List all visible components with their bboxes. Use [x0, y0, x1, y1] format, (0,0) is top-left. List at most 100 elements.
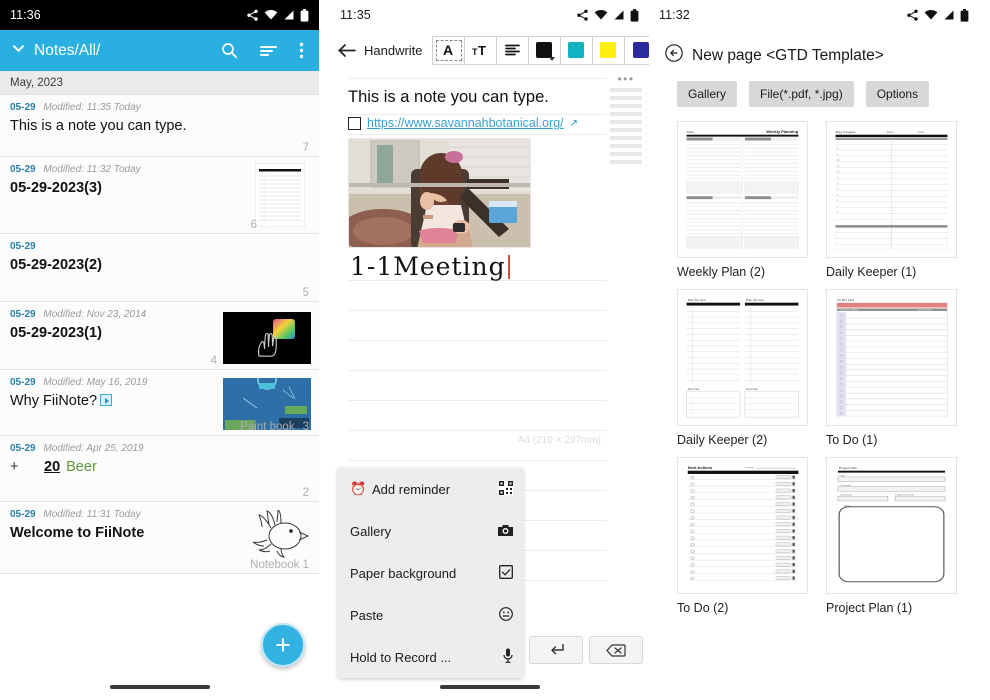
gallery-button[interactable]: Gallery — [677, 81, 738, 107]
checklist-row: + 20 Beer — [10, 459, 309, 475]
template-thumbnail[interactable]: Next Actions Context — [677, 457, 808, 594]
chevron-down-icon[interactable] — [11, 41, 26, 61]
menu-item-add-reminder[interactable]: ⏰ Add reminder — [338, 468, 523, 510]
svg-text:Next Day: Next Day — [688, 388, 700, 392]
share-icon — [576, 9, 589, 21]
template-thumbnail[interactable]: Date Weekly Planning — [677, 121, 808, 258]
menu-item-gallery[interactable]: Gallery — [338, 510, 523, 552]
menu-item-hold-to-record[interactable]: Hold to Record ... — [338, 636, 523, 678]
template-thumbnail[interactable]: Project Plan Title Outcome Start Date Ta… — [826, 457, 957, 594]
svg-text:T: T — [478, 44, 486, 57]
handwriting-text: 1-1Meeting — [350, 252, 506, 281]
template-label: Project Plan (1) — [826, 601, 913, 615]
list-item[interactable]: 05-29 Modified: 11:32 Today 05-29-2023(3… — [0, 157, 319, 234]
template-cell[interactable]: Project Plan Title Outcome Start Date Ta… — [826, 457, 957, 615]
list-item[interactable]: 05-29 Modified: 11:35 Today This is a no… — [0, 95, 319, 157]
nav-bar-1 — [0, 674, 319, 700]
item-quantity: 20 — [44, 459, 61, 475]
list-item[interactable]: 05-29 Modified: May 16, 2019 Why FiiNote… — [0, 370, 319, 436]
text-style-button[interactable]: A — [432, 36, 465, 64]
note-modified: Modified: 11:31 Today — [43, 509, 141, 520]
svg-text:Date: Date — [887, 130, 894, 134]
handwrite-mode-label[interactable]: Handwrite — [364, 43, 423, 58]
font-size-button[interactable]: TT — [464, 36, 497, 64]
add-note-fab[interactable]: + — [261, 623, 305, 667]
panel-notes-list: 11:36 Notes/All/ May, 2023 05-29 Modifie… — [0, 0, 319, 700]
template-thumbnail[interactable]: Day Keeper Date Note 7 8 9 10 11 12 1 2 3 4 5 6 7 — [826, 121, 957, 258]
color-yellow[interactable] — [592, 36, 625, 64]
wifi-icon — [264, 9, 278, 21]
add-item-plus[interactable]: + — [10, 459, 44, 475]
qr-code-icon[interactable] — [499, 480, 513, 498]
template-thumbnail[interactable]: To Do List Important / Urgent Date of fi… — [826, 289, 957, 426]
signal-icon — [613, 9, 625, 21]
item-name: Beer — [66, 459, 97, 475]
note-link[interactable]: https://www.savannahbotanical.org/ — [367, 116, 564, 130]
menu-item-paper-background[interactable]: Paper background — [338, 552, 523, 594]
svg-text:Date of finish: Date of finish — [918, 309, 933, 312]
list-item[interactable]: 05-29 Modified: Apr 25, 2019 + 20 Beer 2 — [0, 436, 319, 502]
panel-note-editor: 11:35 Handwrite A TT This is a note you … — [330, 0, 649, 700]
back-arrow-icon[interactable] — [338, 43, 357, 58]
link-row[interactable]: https://www.savannahbotanical.org/ ↗︎ — [348, 116, 578, 130]
file-button[interactable]: File(*.pdf, *.jpg) — [749, 81, 854, 107]
format-tool-group: A TT — [431, 35, 649, 65]
emoji-icon[interactable] — [499, 606, 513, 624]
page-list-panel[interactable]: ••• — [609, 73, 643, 168]
template-label: Daily Keeper (1) — [826, 265, 917, 279]
note-photo[interactable] — [348, 138, 531, 248]
note-title: 05-29-2023(2) — [10, 257, 102, 273]
list-item[interactable]: 05-29 05-29-2023(2) 5 — [0, 234, 319, 302]
template-cell[interactable]: Date Weekly Planning Weekly Plan (2) — [677, 121, 808, 279]
template-cell[interactable]: Day Keeper Date Note 7 8 9 10 11 12 1 2 3 4 5 6 7 — [826, 121, 957, 279]
svg-text:Plan the time: Plan the time — [688, 298, 706, 302]
checkbox-icon[interactable] — [499, 564, 513, 582]
template-cell[interactable]: To Do List Important / Urgent Date of fi… — [826, 289, 957, 447]
color-teal[interactable] — [560, 36, 593, 64]
list-item[interactable]: 05-29 Modified: Nov 23, 2014 05-29-2023(… — [0, 302, 319, 370]
paper-size-label: A4 (210 × 297mm) — [517, 435, 601, 446]
camera-icon[interactable] — [498, 524, 513, 539]
note-date: 05-29 — [10, 164, 36, 175]
svg-text:Project Plan: Project Plan — [839, 466, 857, 470]
backspace-key[interactable] — [589, 636, 643, 664]
color-navy[interactable] — [624, 36, 649, 64]
microphone-icon[interactable] — [503, 648, 513, 666]
note-meta: 05-29 Modified: 11:35 Today — [10, 101, 309, 114]
status-bar-3: 11:32 — [649, 0, 979, 30]
checkbox-icon[interactable] — [348, 116, 361, 130]
weekly-plan-thumb: Date Weekly Planning — [683, 127, 802, 252]
svg-text:Next Actions: Next Actions — [688, 466, 712, 470]
page-list-menu-icon[interactable]: ••• — [609, 73, 643, 85]
menu-item-paste[interactable]: Paste — [338, 594, 523, 636]
note-modified: Modified: 11:35 Today — [43, 102, 141, 113]
back-circle-icon[interactable] — [665, 44, 683, 67]
status-time: 11:32 — [659, 8, 690, 22]
list-item[interactable]: 05-29 Modified: 11:31 Today Welcome to F… — [0, 502, 319, 574]
template-thumbnail[interactable]: Plan the time Plan the time Next Day Nex… — [677, 289, 808, 426]
menu-item-label: Gallery — [350, 523, 392, 539]
daily-keeper-1-thumb: Day Keeper Date Note 7891011121234567 — [832, 127, 951, 252]
template-cell[interactable]: Next Actions Context To Do (2) — [677, 457, 808, 615]
template-label: To Do (1) — [826, 433, 878, 447]
note-heading: This is a note you can type. — [348, 88, 549, 106]
menu-item-label: Paste — [350, 607, 384, 623]
note-modified: Modified: Apr 25, 2019 — [43, 443, 144, 454]
color-black[interactable] — [528, 36, 561, 64]
align-button[interactable] — [496, 36, 529, 64]
enter-key[interactable] — [529, 636, 583, 664]
svg-text:Day Keeper: Day Keeper — [836, 130, 857, 134]
home-indicator[interactable] — [109, 685, 210, 689]
note-count: 4 — [210, 355, 217, 367]
panel-separator-1 — [319, 0, 330, 700]
options-button[interactable]: Options — [865, 81, 930, 107]
home-indicator[interactable] — [439, 685, 540, 689]
template-cell[interactable]: Plan the time Plan the time Next Day Nex… — [677, 289, 808, 447]
page-title: Notes/All/ — [34, 41, 101, 59]
sort-icon[interactable] — [260, 44, 277, 58]
search-icon[interactable] — [221, 42, 238, 59]
share-icon — [246, 9, 259, 21]
overflow-menu-icon[interactable] — [299, 42, 304, 59]
template-label: Daily Keeper (2) — [677, 433, 768, 447]
note-date: 05-29 — [10, 309, 36, 320]
